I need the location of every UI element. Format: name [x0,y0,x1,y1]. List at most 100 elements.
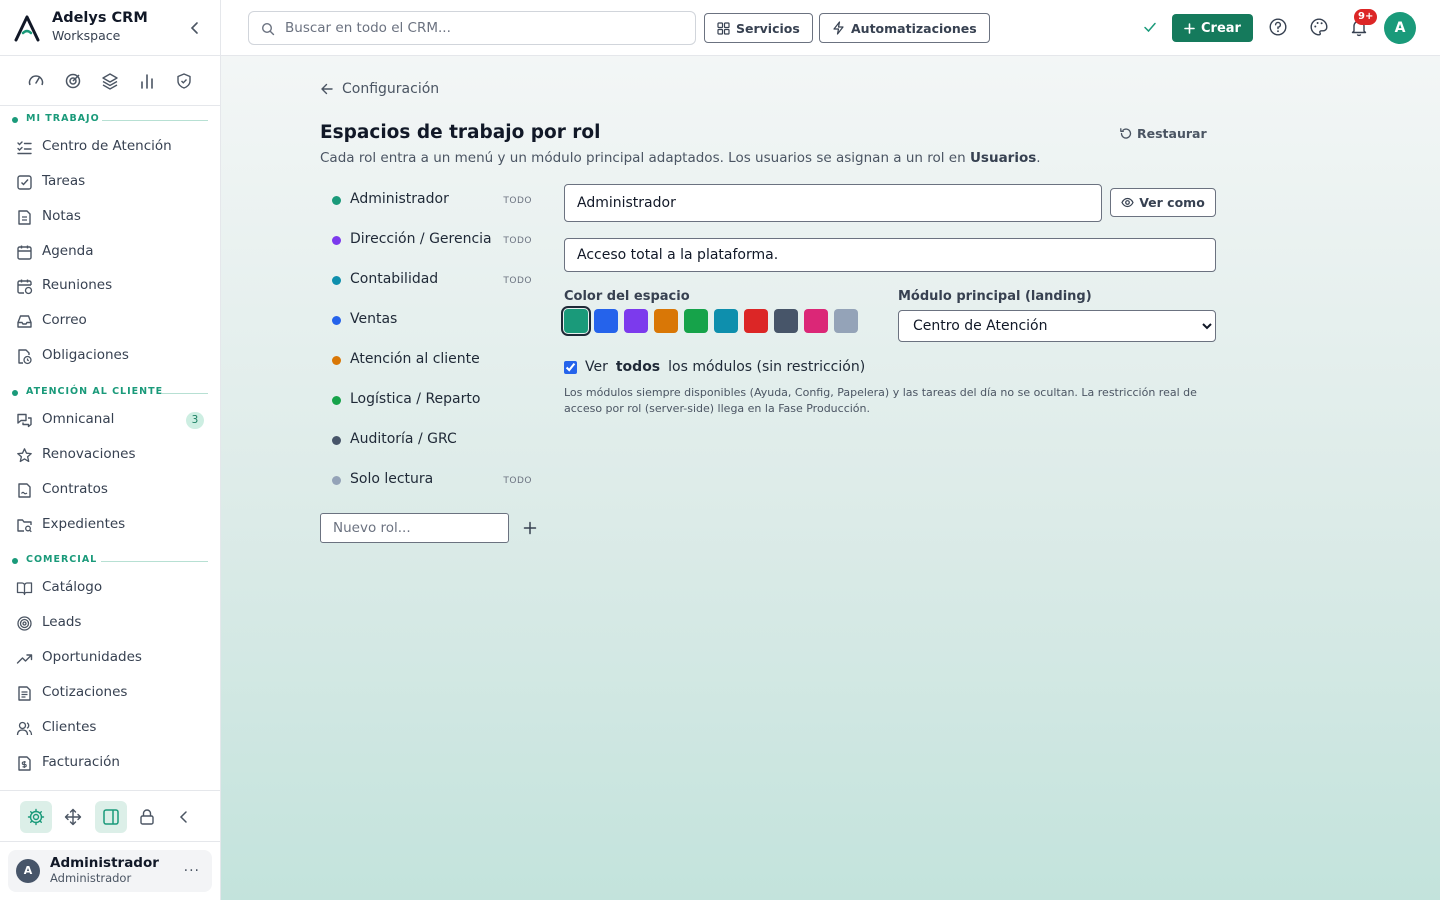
color-swatch-cyan[interactable] [714,309,738,333]
sidebar-item-clientes[interactable]: Clientes [8,712,212,744]
sidebar-item-oportunidades[interactable]: Oportunidades [8,642,212,674]
chevron-left-icon[interactable] [168,801,200,833]
chevron-left-icon[interactable] [187,20,203,36]
page-title: Espacios de trabajo por rol [320,122,601,143]
new-role-input[interactable] [321,514,508,542]
role-description-field[interactable] [564,238,1216,272]
sidebar-item-omnicanal[interactable]: Omnicanal 3 [8,404,212,436]
restore-label: Restaurar [1137,126,1207,141]
role-item-auditoria[interactable]: Auditoría / GRC [320,422,542,458]
sidebar-toolbar [0,790,220,842]
grid-icon [717,21,730,35]
role-name-input[interactable] [565,185,1101,221]
description-end: . [1036,150,1041,166]
color-swatch-orange[interactable] [654,309,678,333]
role-tag: TODO [503,276,532,286]
color-swatch-blue[interactable] [594,309,618,333]
role-color-dot [332,436,341,445]
role-item-atencion[interactable]: Atención al cliente [320,342,542,378]
sidebar-item-centro-atencion[interactable]: Centro de Atención [8,131,212,163]
role-item-direccion[interactable]: Dirección / Gerencia TODO [320,222,542,258]
avatar[interactable]: A [1384,12,1416,44]
section-dot [12,117,18,123]
brand-subtitle: Workspace [52,28,121,43]
sidebar-item-cotizaciones[interactable]: Cotizaciones [8,677,212,709]
sidebar-item-notas[interactable]: Notas [8,201,212,233]
more-options-icon[interactable]: ··· [184,863,200,879]
messages-icon [17,413,32,428]
role-name: Ventas [350,311,398,327]
sidebar-item-agenda[interactable]: Agenda [8,236,212,268]
sidebar-item-leads[interactable]: Leads [8,607,212,639]
logo-icon [14,15,40,42]
all-modules-option[interactable]: Ver todos los módulos (sin restricción) [564,359,865,375]
color-swatch-lime[interactable] [684,309,708,333]
section-label: COMERCIAL [26,554,98,565]
lock-icon[interactable] [131,801,163,833]
target-icon [17,616,32,631]
section-divider [162,393,208,394]
sidebar-item-label: Catálogo [42,579,103,595]
sidebar-item-obligaciones[interactable]: Obligaciones [8,340,212,372]
create-button[interactable]: Crear [1172,14,1253,42]
layers-icon[interactable] [100,71,120,91]
role-name: Solo lectura [350,471,434,487]
top-bar: Servicios Automatizaciones Crear 9+ A [221,0,1440,56]
bar-chart-icon[interactable] [137,71,157,91]
user-card[interactable]: A Administrador Administrador ··· [8,850,212,892]
color-swatch-gray[interactable] [834,309,858,333]
role-item-logistica[interactable]: Logística / Reparto [320,382,542,418]
target-icon[interactable] [63,71,83,91]
panel-icon[interactable] [95,801,127,833]
move-icon[interactable] [57,801,89,833]
back-link-label: Configuración [342,81,440,97]
role-item-administrador[interactable]: Administrador TODO [320,182,542,218]
file-clock-icon [18,349,32,365]
gauge-icon[interactable] [26,71,46,91]
automations-button[interactable]: Automatizaciones [819,13,990,43]
sidebar-item-label: Omnicanal [42,411,115,427]
sidebar-item-expedientes[interactable]: Expedientes [8,509,212,541]
section-label: MI TRABAJO [26,113,100,124]
sidebar-item-reuniones[interactable]: Reuniones [8,270,212,302]
settings-icon[interactable] [20,801,52,833]
color-swatch-pink[interactable] [804,309,828,333]
global-search[interactable] [248,11,696,45]
users-link[interactable]: Usuarios [970,150,1036,166]
services-button[interactable]: Servicios [704,13,813,43]
color-swatch-red[interactable] [744,309,768,333]
shield-check-icon[interactable] [174,71,194,91]
sidebar-item-tareas[interactable]: Tareas [8,166,212,198]
see-as-label: Ver como [1139,195,1205,210]
role-description-input[interactable] [565,239,1215,271]
color-swatch-slate[interactable] [774,309,798,333]
color-swatch-green[interactable] [561,306,591,336]
sidebar-item-facturacion[interactable]: Facturación [8,747,212,779]
quick-access-bar [0,56,220,106]
role-tag: TODO [503,196,532,206]
restore-button[interactable]: Restaurar [1119,126,1207,141]
calendar-clock-icon [17,279,33,295]
help-icon[interactable] [1268,17,1288,37]
role-item-solo-lectura[interactable]: Solo lectura TODO [320,462,542,498]
sidebar-item-correo[interactable]: Correo [8,305,212,337]
new-role-field[interactable] [320,513,509,543]
search-input[interactable] [285,12,685,44]
see-as-button[interactable]: Ver como [1110,188,1216,217]
color-swatch-purple[interactable] [624,309,648,333]
palette-icon[interactable] [1309,17,1329,37]
all-modules-checkbox[interactable] [564,360,577,374]
landing-select[interactable]: Centro de Atención [898,310,1216,342]
back-link[interactable]: Configuración [320,81,439,97]
sidebar-item-label: Agenda [42,243,94,259]
role-name-field[interactable] [564,184,1102,222]
sidebar-item-renovaciones[interactable]: Renovaciones [8,439,212,471]
sidebar-item-contratos[interactable]: Contratos [8,474,212,506]
role-item-ventas[interactable]: Ventas [320,302,542,338]
user-name: Administrador [50,855,159,871]
plus-icon[interactable] [522,520,538,536]
sidebar-item-label: Renovaciones [42,446,136,462]
sidebar-item-catalogo[interactable]: Catálogo [8,572,212,604]
check-icon [1144,22,1156,33]
role-item-contabilidad[interactable]: Contabilidad TODO [320,262,542,298]
